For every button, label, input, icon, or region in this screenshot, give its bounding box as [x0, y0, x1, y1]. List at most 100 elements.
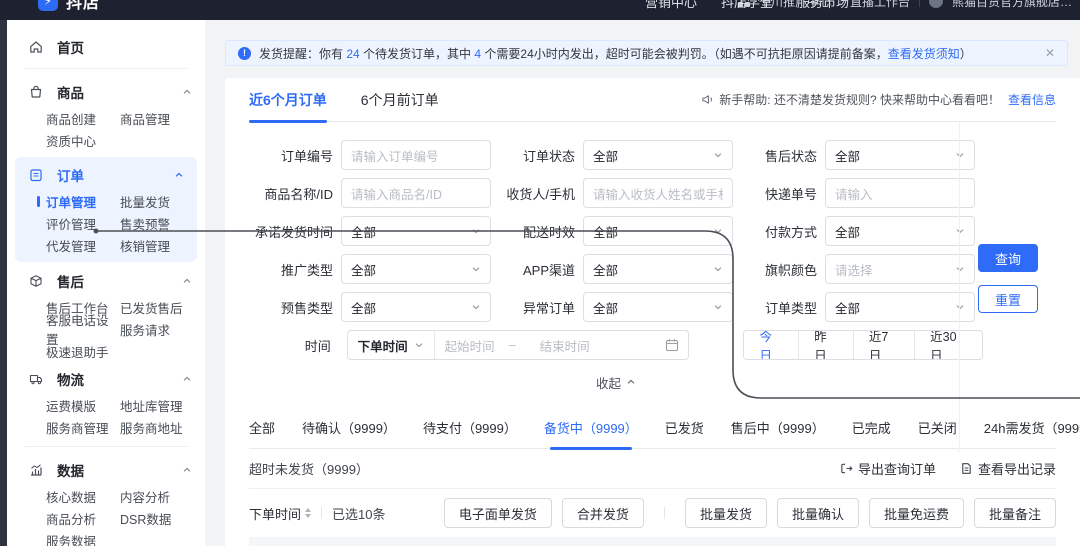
sidebar-item-service-data[interactable]: 服务数据 [46, 529, 120, 546]
status-tab-to-confirm[interactable]: 待确认（9999） [302, 407, 396, 449]
sidebar-group-goods-header[interactable]: 商品 [7, 77, 205, 107]
header-live-workbench[interactable]: 直播工作台 [850, 0, 910, 10]
sidebar-item-address-library[interactable]: 地址库管理 [120, 394, 205, 416]
sidebar-item-fast-refund-helper[interactable]: 极速退助手 [46, 340, 120, 362]
sidebar-group-order-header[interactable]: 订单 [15, 160, 197, 190]
sidebar-item-shipped-aftersale[interactable]: 已发货售后 [120, 296, 205, 318]
sidebar-item-batch-ship[interactable]: 批量发货 [120, 190, 197, 212]
status-tab-all[interactable]: 全部 [249, 407, 275, 449]
orders-card: 近6个月订单 6个月前订单 新手帮助: 还不清楚发货规则? 快来帮助中心看看吧！… [225, 78, 1080, 546]
status-tab-preparing[interactable]: 备货中（9999） [544, 407, 638, 449]
nav-doudian-school[interactable]: 抖店学堂 [721, 0, 773, 11]
reset-button[interactable]: 重置 [978, 285, 1038, 313]
e-waybill-ship-button[interactable]: 电子面单发货 [444, 498, 552, 528]
quick-date-7days[interactable]: 近7日 [853, 331, 914, 359]
sidebar-item-core-data[interactable]: 核心数据 [46, 485, 120, 507]
tab-older-6-months[interactable]: 6个月前订单 [361, 78, 439, 122]
sidebar-group-logistics-header[interactable]: 物流 [7, 364, 205, 394]
doudian-logo-icon[interactable]: ⚡ [38, 0, 58, 11]
sidebar-item-service-phone[interactable]: 客服电话设置 [46, 318, 120, 340]
quick-date-yesterday[interactable]: 昨日 [798, 331, 853, 359]
sidebar-item-service-request[interactable]: 服务请求 [120, 318, 205, 340]
top-header: ⚡ 抖店 营销中心 抖店学堂 服务市场 千川推广中心 直播工作台 熊猫百货官方旗… [0, 0, 1080, 20]
chevron-up-icon[interactable] [174, 170, 184, 180]
store-name[interactable]: 熊猫百货官方旗舰店… [952, 0, 1072, 10]
product-input[interactable]: 请输入商品名/ID [341, 178, 491, 208]
status-tab-24h-need-ship[interactable]: 24h需发货（9999） [984, 407, 1080, 449]
order-status-select[interactable]: 全部 [583, 140, 733, 170]
sidebar-item-dropship-manage[interactable]: 代发管理 [46, 234, 120, 256]
promise-time-label: 承诺发货时间 [249, 222, 333, 241]
time-mode-select[interactable]: 下单时间 [348, 331, 435, 359]
tracking-no-input[interactable]: 请输入 [825, 178, 975, 208]
batch-confirm-button[interactable]: 批量确认 [777, 498, 859, 528]
chevron-up-icon[interactable] [182, 374, 192, 384]
tab-recent-6-months[interactable]: 近6个月订单 [249, 78, 327, 122]
sidebar-group-data-header[interactable]: 数据 [7, 455, 205, 485]
sidebar: 首页 商品 商品创建 商品管理 资质中心 订单 订单管理 批量发货 评价管理 售… [7, 20, 205, 546]
batch-ship-button[interactable]: 批量发货 [685, 498, 767, 528]
status-tab-completed[interactable]: 已完成 [852, 407, 891, 449]
promise-time-select[interactable]: 全部 [341, 216, 491, 246]
merge-ship-button[interactable]: 合并发货 [562, 498, 644, 528]
overtime-unshipped-tab[interactable]: 超时未发货（9999） [249, 459, 369, 478]
shipping-notice-link[interactable]: 查看发货须知 [888, 47, 960, 61]
sidebar-item-content-analysis[interactable]: 内容分析 [120, 485, 205, 507]
sidebar-item-order-manage[interactable]: 订单管理 [46, 190, 120, 212]
order-no-input[interactable]: 请输入订单编号 [341, 140, 491, 170]
table-header-strip [249, 537, 1056, 546]
sidebar-item-qualification-center[interactable]: 资质中心 [46, 129, 120, 151]
status-tab-aftersale[interactable]: 售后中（9999） [731, 407, 825, 449]
batch-free-shipping-button[interactable]: 批量免运费 [869, 498, 964, 528]
receiver-input[interactable]: 请输入收货人姓名或手机 [583, 178, 733, 208]
nav-service-market[interactable]: 服务市场 [797, 0, 849, 11]
sidebar-item-sellout-warning[interactable]: 售卖预警 [120, 212, 197, 234]
chevron-up-icon[interactable] [182, 87, 192, 97]
sidebar-item-review-manage[interactable]: 评价管理 [46, 212, 120, 234]
close-icon[interactable]: ✕ [1045, 46, 1055, 60]
query-button[interactable]: 查询 [978, 244, 1038, 272]
app-channel-select[interactable]: 全部 [583, 254, 733, 284]
status-tab-shipped[interactable]: 已发货 [665, 407, 704, 449]
quick-date-today[interactable]: 今日 [744, 331, 798, 359]
sort-by-order-time[interactable]: 下单时间 [249, 504, 311, 523]
nav-marketing-center[interactable]: 营销中心 [645, 0, 697, 11]
helper-view-info-link[interactable]: 查看信息 [1008, 91, 1056, 108]
sidebar-item-verify-manage[interactable]: 核销管理 [120, 234, 197, 256]
export-query-orders-link[interactable]: 导出查询订单 [840, 459, 936, 478]
sidebar-item-goods-manage[interactable]: 商品管理 [120, 107, 205, 129]
sidebar-group-aftersale-header[interactable]: 售后 [7, 266, 205, 296]
sidebar-item-freight-template[interactable]: 运费模版 [46, 394, 120, 416]
tab-label: 近6个月订单 [249, 90, 327, 110]
presale-type-select[interactable]: 全部 [341, 292, 491, 322]
delivery-sla-select[interactable]: 全部 [583, 216, 733, 246]
chevron-up-icon[interactable] [182, 465, 192, 475]
aftersale-status-select[interactable]: 全部 [825, 140, 975, 170]
abnormal-order-select[interactable]: 全部 [583, 292, 733, 322]
batch-remark-button[interactable]: 批量备注 [974, 498, 1056, 528]
collapse-toggle[interactable]: 收起 [249, 370, 983, 394]
logo-text[interactable]: 抖店 [66, 0, 100, 13]
presale-type-label: 预售类型 [249, 298, 333, 317]
export-icon [840, 462, 853, 475]
sidebar-item-goods-analysis[interactable]: 商品分析 [46, 507, 120, 529]
start-time-input[interactable]: 起始时间 [445, 336, 495, 355]
status-tab-closed[interactable]: 已关闭 [918, 407, 957, 449]
status-tab-to-pay[interactable]: 待支付（9999） [423, 407, 517, 449]
flag-color-select[interactable]: 请选择 [825, 254, 975, 284]
end-time-input[interactable]: 结束时间 [540, 336, 590, 355]
sidebar-item-goods-create[interactable]: 商品创建 [46, 107, 120, 129]
promo-type-select[interactable]: 全部 [341, 254, 491, 284]
calendar-icon[interactable] [665, 338, 679, 352]
sidebar-item-provider-address[interactable]: 服务商地址 [120, 416, 205, 438]
sidebar-item-dsr-data[interactable]: DSR数据 [120, 507, 205, 529]
view-export-records-link[interactable]: 查看导出记录 [960, 459, 1056, 478]
order-no-label: 订单编号 [249, 146, 333, 165]
order-type-select[interactable]: 全部 [825, 292, 975, 322]
sidebar-item-provider-manage[interactable]: 服务商管理 [46, 416, 120, 438]
store-avatar[interactable] [929, 0, 943, 8]
pay-method-select[interactable]: 全部 [825, 216, 975, 246]
aftersale-status-label: 售后状态 [733, 146, 817, 165]
chevron-up-icon[interactable] [182, 276, 192, 286]
sidebar-item-home[interactable]: 首页 [7, 34, 205, 60]
